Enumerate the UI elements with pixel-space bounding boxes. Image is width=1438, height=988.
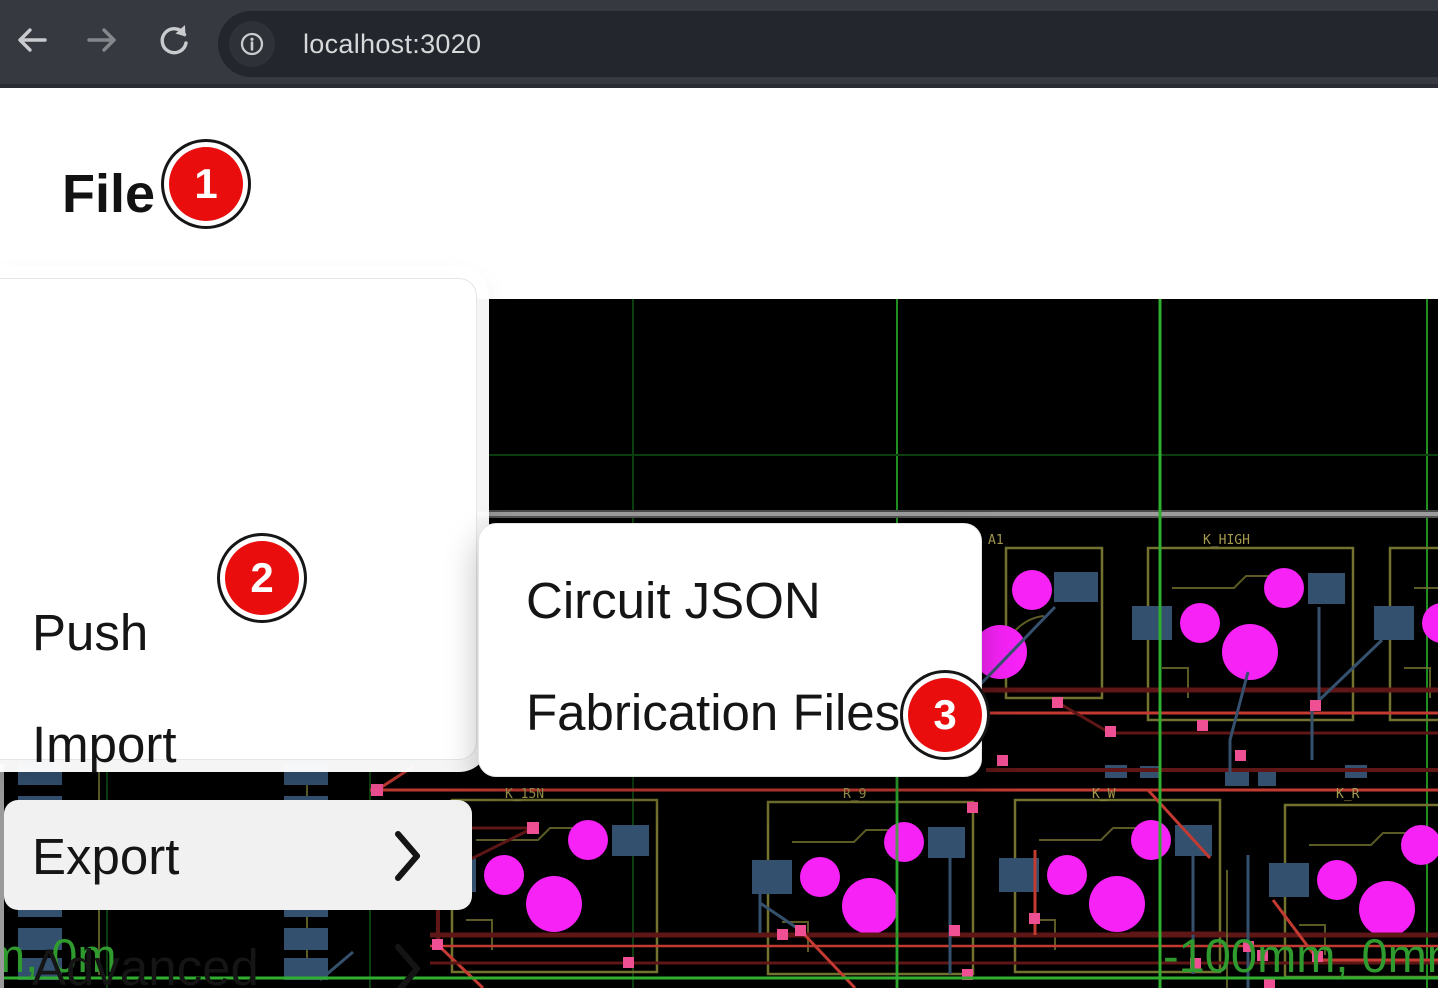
file-dropdown-menu: Push Import Export Advanced — [0, 278, 477, 760]
chevron-right-icon — [395, 831, 421, 881]
menu-item-export[interactable]: Export — [32, 829, 179, 885]
file-menu[interactable]: File — [62, 166, 155, 222]
pcb-coordinate-right: -100mm, 0mm — [1163, 929, 1438, 982]
component-label: K_W — [1092, 787, 1116, 802]
browser-back-button[interactable] — [4, 14, 60, 70]
step-1-badge: 1 — [169, 147, 243, 221]
export-submenu: Circuit JSON Fabrication Files — [478, 523, 982, 777]
menu-item-push[interactable]: Push — [32, 605, 148, 661]
submenu-item-circuit-json[interactable]: Circuit JSON — [526, 573, 821, 629]
step-2-badge: 2 — [225, 541, 299, 615]
site-info-icon[interactable] — [229, 21, 275, 67]
back-arrow-icon — [12, 20, 52, 65]
menu-item-advanced[interactable]: Advanced — [32, 940, 259, 988]
component-label: A1 — [988, 533, 1004, 548]
step-3-badge: 3 — [908, 678, 982, 752]
browser-refresh-button[interactable] — [146, 14, 202, 70]
forward-arrow-icon — [82, 20, 122, 65]
browser-forward-button[interactable] — [74, 14, 130, 70]
browser-toolbar: localhost:3020 — [0, 0, 1438, 88]
refresh-icon — [155, 21, 193, 64]
component-label: K_R — [1336, 787, 1360, 802]
submenu-item-fabrication-files[interactable]: Fabrication Files — [526, 685, 900, 741]
component-label: K_HIGH — [1203, 533, 1250, 548]
chevron-right-icon — [395, 944, 421, 988]
component-label: K_15N — [505, 787, 544, 802]
url-bar[interactable]: localhost:3020 — [218, 11, 1438, 77]
menu-item-import[interactable]: Import — [32, 717, 177, 773]
component-label: R_9 — [843, 787, 866, 802]
url-text: localhost:3020 — [303, 29, 481, 60]
